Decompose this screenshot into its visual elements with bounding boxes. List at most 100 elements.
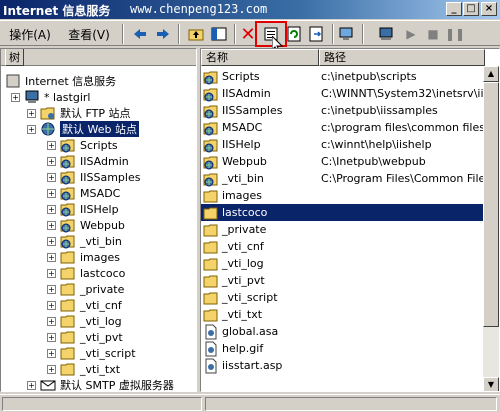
list-row[interactable]: images [201,187,483,204]
list-row[interactable]: _vti_pvt [201,272,483,289]
tree-tab[interactable]: 树 [5,49,24,66]
folder-icon [203,241,218,253]
expand-toggle-icon[interactable]: + [11,92,20,102]
scroll-down-button[interactable]: ▼ [483,377,499,391]
forward-arrow-icon[interactable] [153,24,173,44]
list-row[interactable]: _vti_log [201,255,483,272]
refresh-icon[interactable] [284,24,304,44]
tree-item[interactable]: + _vti_txt [47,361,120,377]
expand-toggle-icon[interactable]: + [47,220,56,230]
vdir-icon [60,139,75,153]
expand-toggle-icon[interactable]: + [47,236,56,246]
tree-item[interactable]: + lastcoco [47,265,125,281]
list-row[interactable]: MSADC c:\program files\common files\syst [201,119,483,136]
expand-toggle-icon[interactable]: + [27,108,36,118]
tree-pane[interactable]: 树 Internet 信息服务 + * lastgirl + 默认 FTP 站点 + 默认 … [0,48,197,392]
tree-item[interactable]: + _vti_pvt [47,329,123,345]
list-row[interactable]: _private [201,221,483,238]
expand-toggle-icon[interactable]: + [47,300,56,310]
tree-item-label: _vti_bin [80,234,122,248]
list-row[interactable]: Webpub C:\Inetpub\webpub [201,153,483,170]
tree-item[interactable]: + Webpub [47,217,125,233]
list-row[interactable]: IISHelp c:\winnt\help\iishelp [201,136,483,153]
scroll-thumb[interactable] [483,82,499,327]
tree-item[interactable]: Internet 信息服务 [5,73,116,89]
show-tree-icon[interactable] [209,24,229,44]
list-row[interactable]: IISSamples c:\inetpub\iissamples [201,102,483,119]
list-item-path: C:\Inetpub\webpub [321,155,426,168]
expand-toggle-icon[interactable]: + [47,140,56,150]
tree-item[interactable]: + MSADC [47,185,120,201]
expand-toggle-icon[interactable]: + [47,364,56,374]
expand-toggle-icon[interactable]: + [47,348,56,358]
tree-item-label: IISAdmin [80,154,129,168]
expand-toggle-icon[interactable]: + [47,156,56,166]
tree-item[interactable]: + 默认 SMTP 虚拟服务器 [27,377,174,391]
list-row[interactable]: _vti_script [201,289,483,306]
vdir-icon [60,235,75,249]
minimize-button[interactable]: _ [446,2,462,16]
list-pane[interactable]: 名称 路径 Scripts c:\inetpub\scripts IISAdmin C… [200,48,500,392]
list-row[interactable]: _vti_bin C:\Program Files\Common Files\Mi [201,170,483,187]
computer-icon[interactable] [376,24,396,44]
list-row[interactable]: iisstart.asp [201,357,483,374]
export-list-icon[interactable] [306,24,326,44]
pause-icon[interactable]: ❚❚ [445,24,465,44]
expand-toggle-icon[interactable]: + [27,124,36,134]
expand-toggle-icon[interactable]: + [47,268,56,278]
tree-item[interactable]: + images [47,249,120,265]
expand-toggle-icon[interactable]: + [47,188,56,198]
menu-view[interactable]: 查看(V) [62,24,116,44]
web-site-icon [41,122,55,136]
help-icon[interactable] [336,24,356,44]
up-folder-icon[interactable] [186,24,206,44]
expand-toggle-icon[interactable]: + [47,332,56,342]
tree-item[interactable]: + 默认 Web 站点 [27,121,139,137]
tree-item[interactable]: + IISHelp [47,201,119,217]
list-row[interactable]: global.asa [201,323,483,340]
expand-toggle-icon[interactable]: + [27,380,36,390]
list-row[interactable]: Scripts c:\inetpub\scripts [201,68,483,85]
close-button[interactable]: × [481,2,497,16]
vdir-icon [60,155,75,169]
tree-item[interactable]: + IISAdmin [47,153,129,169]
list-item-name: help.gif [222,342,264,355]
column-header-path[interactable]: 路径 [319,49,485,66]
list-row[interactable]: help.gif [201,340,483,357]
list-item-path: C:\WINNT\System32\inetsrv\iisad [321,87,483,100]
tree-item[interactable]: + _private [47,281,124,297]
list-row[interactable]: _vti_txt [201,306,483,323]
list-row[interactable]: lastcoco [201,204,483,221]
list-row[interactable]: _vti_cnf [201,238,483,255]
start-icon[interactable]: ▶ [403,24,419,44]
menu-action[interactable]: 操作(A) [4,24,56,44]
tree-item[interactable]: + _vti_log [47,313,122,329]
toolbar: 操作(A) 查看(V) ✕ ▶ ■ ❚❚ [0,20,500,46]
tree-item[interactable]: + 默认 FTP 站点 [27,105,130,121]
vertical-scrollbar[interactable]: ▲ ▼ [483,66,499,391]
back-arrow-icon[interactable] [130,24,150,44]
tree-item[interactable]: + IISSamples [47,169,140,185]
list-item-name: _private [222,223,267,236]
column-header-name[interactable]: 名称 [201,49,319,66]
tree-item[interactable]: + * lastgirl [11,89,90,105]
list-item-path: c:\inetpub\iissamples [321,104,438,117]
tree-item[interactable]: + Scripts [47,137,118,153]
vdir-icon [203,139,218,152]
expand-toggle-icon[interactable]: + [47,284,56,294]
tree-item[interactable]: + _vti_script [47,345,136,361]
list-row[interactable]: IISAdmin C:\WINNT\System32\inetsrv\iisad [201,85,483,102]
list-item-name: IISHelp [222,138,261,151]
tree-item[interactable]: + _vti_cnf [47,297,122,313]
expand-toggle-icon[interactable]: + [47,252,56,262]
scroll-up-button[interactable]: ▲ [483,66,499,82]
stop-icon[interactable]: ■ [425,24,441,44]
expand-toggle-icon[interactable]: + [47,204,56,214]
expand-toggle-icon[interactable]: + [47,316,56,326]
vdir-icon [60,187,75,201]
list-item-name: _vti_bin [222,172,264,185]
tree-item[interactable]: + _vti_bin [47,233,122,249]
expand-toggle-icon[interactable]: + [47,172,56,182]
maximize-button[interactable]: □ [463,2,479,16]
window-title: Internet 信息服务 [3,4,111,18]
